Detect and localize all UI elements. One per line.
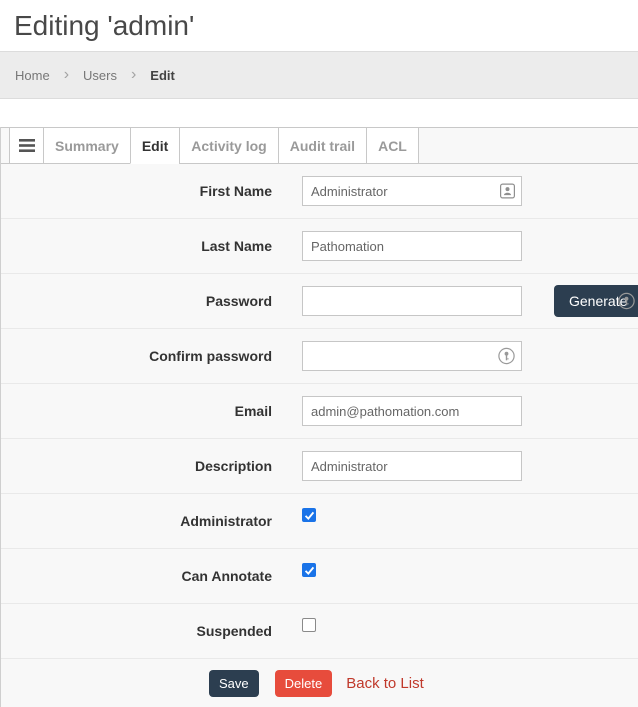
tab-activity-log[interactable]: Activity log: [179, 128, 277, 164]
email-control: [302, 396, 522, 426]
confirm-password-label: Confirm password: [1, 348, 272, 364]
description-label: Description: [1, 458, 272, 474]
tab-acl[interactable]: ACL: [366, 128, 419, 164]
chevron-right-icon: ›: [64, 67, 69, 83]
tab-strip-filler: [419, 128, 638, 164]
can-annotate-control: [302, 569, 316, 583]
tab-strip: Summary Edit Activity log Audit trail AC…: [1, 127, 638, 164]
can-annotate-row: Can Annotate: [1, 549, 638, 604]
description-input[interactable]: [302, 451, 522, 481]
suspended-row: Suspended: [1, 604, 638, 659]
breadcrumb-edit-current: Edit: [150, 68, 175, 83]
can-annotate-label: Can Annotate: [1, 568, 272, 584]
description-row: Description: [1, 439, 638, 494]
administrator-label: Administrator: [1, 513, 272, 529]
administrator-checkbox[interactable]: [302, 508, 316, 522]
password-key-icon[interactable]: [618, 293, 635, 310]
email-label: Email: [1, 403, 272, 419]
last-name-label: Last Name: [1, 238, 272, 254]
first-name-row: First Name: [1, 164, 638, 219]
delete-button[interactable]: Delete: [275, 670, 333, 697]
back-to-list-link[interactable]: Back to List: [346, 675, 424, 692]
chevron-right-icon: ›: [131, 67, 136, 83]
first-name-input[interactable]: [302, 176, 522, 206]
description-control: [302, 451, 522, 481]
suspended-checkbox[interactable]: [302, 618, 316, 632]
administrator-row: Administrator: [1, 494, 638, 549]
password-input[interactable]: [302, 286, 522, 316]
confirm-password-control: [302, 341, 522, 371]
contact-autofill-icon[interactable]: [500, 184, 515, 199]
confirm-password-row: Confirm password: [1, 329, 638, 384]
last-name-control: [302, 231, 522, 261]
suspended-control: [302, 624, 316, 638]
suspended-label: Suspended: [1, 623, 272, 639]
password-label: Password: [1, 293, 272, 309]
password-control: Generate: [302, 285, 638, 317]
breadcrumb: Home › Users › Edit: [0, 51, 638, 99]
tab-strip-lead: [1, 128, 9, 164]
user-edit-page: Editing 'admin' Home › Users › Edit Summ…: [0, 0, 638, 707]
can-annotate-checkbox[interactable]: [302, 563, 316, 577]
tab-audit-trail[interactable]: Audit trail: [278, 128, 366, 164]
first-name-control: [302, 176, 522, 206]
confirm-password-input[interactable]: [302, 341, 522, 371]
tab-menu-button[interactable]: [9, 128, 43, 164]
page-title: Editing 'admin': [14, 10, 194, 42]
first-name-label: First Name: [1, 183, 272, 199]
main-panel: Summary Edit Activity log Audit trail AC…: [0, 127, 638, 707]
email-row: Email: [1, 384, 638, 439]
form-actions-row: Save Delete Back to List: [1, 659, 638, 707]
hamburger-menu-icon: [19, 139, 35, 152]
breadcrumb-home[interactable]: Home: [15, 68, 50, 83]
page-header: Editing 'admin': [0, 0, 638, 51]
tab-summary[interactable]: Summary: [43, 128, 130, 164]
password-row: Password Generate: [1, 274, 638, 329]
last-name-row: Last Name: [1, 219, 638, 274]
breadcrumb-users[interactable]: Users: [83, 68, 117, 83]
tab-edit[interactable]: Edit: [130, 128, 179, 164]
email-input[interactable]: [302, 396, 522, 426]
save-button[interactable]: Save: [209, 670, 259, 697]
administrator-control: [302, 514, 316, 528]
password-key-icon[interactable]: [498, 348, 515, 365]
last-name-input[interactable]: [302, 231, 522, 261]
